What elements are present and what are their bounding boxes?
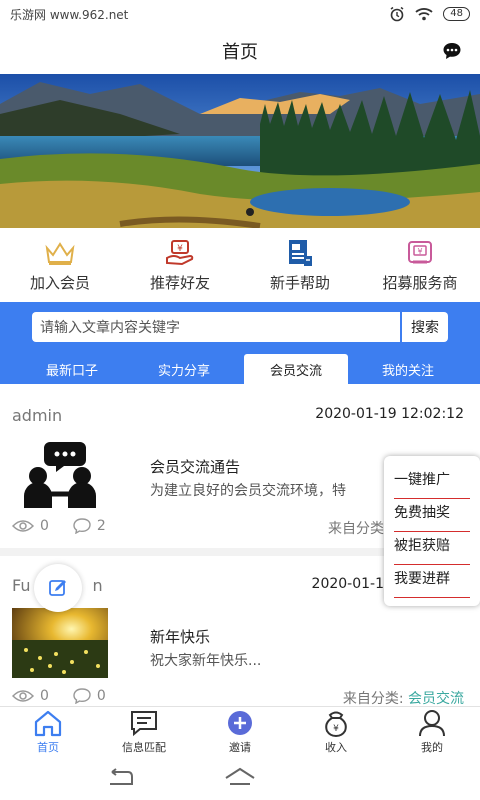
comment-count: 0 [73,688,106,704]
nav-home[interactable]: 首页 [0,707,96,756]
system-nav-bar [0,756,480,800]
tab-bar: 最新口子 实力分享 会员交流 我的关注 [0,354,480,384]
quick-newbie-help[interactable]: 新手帮助 [240,228,360,302]
crown-icon [45,241,75,265]
post-title: 新年快乐 [150,628,211,646]
help-doc-icon [289,239,312,266]
compose-button[interactable] [34,564,82,612]
menu-item-join-group[interactable]: 我要进群 [394,565,470,598]
post-description: 祝大家新年快乐... [150,653,262,669]
menu-item-promote[interactable]: 一键推广 [394,466,470,499]
battery-indicator: 48 [443,7,470,21]
post-category: 来自分类: 会员交流 [342,691,464,707]
page-title: 首页 [222,42,258,63]
plus-circle-icon [228,710,252,735]
comment-icon [73,688,91,704]
comment-icon [73,518,91,534]
post-time: 2020-01-19 12:02:12 [315,406,464,422]
app-header: 首页 [0,28,480,74]
chat-bubble-icon[interactable] [442,41,462,61]
search-button[interactable]: 搜索 [402,312,448,342]
menu-item-compensation[interactable]: 被拒获赔 [394,532,470,565]
tab-latest[interactable]: 最新口子 [20,354,124,384]
tab-share[interactable]: 实力分享 [132,354,236,384]
svg-text:¥: ¥ [177,244,183,254]
svg-text:¥: ¥ [417,247,422,256]
menu-item-lottery[interactable]: 免费抽奖 [394,499,470,532]
wifi-icon [415,8,433,21]
view-count: 0 [12,688,49,704]
post-stats: 0 2 [12,518,106,534]
post-thumbnail [12,438,108,508]
status-bar: 乐游网 www.962.net 48 [0,0,480,28]
nav-mine[interactable]: 我的 [384,707,480,756]
category-link[interactable]: 会员交流 [408,691,464,707]
quick-label: 推荐好友 [149,273,210,292]
quick-label: 新手帮助 [269,273,330,292]
post-thumbnail [12,608,108,678]
edit-icon [49,580,66,596]
status-watermark: 乐游网 www.962.net [10,7,129,22]
eye-icon [12,520,34,532]
view-count: 0 [12,518,49,534]
search-input[interactable]: 请输入文章内容关键字 [32,312,400,342]
message-icon [131,710,157,736]
tab-following[interactable]: 我的关注 [356,354,460,384]
post-description: 为建立良好的会员交流环境，特 [150,483,346,499]
quick-recommend-friend[interactable]: ¥ 推荐好友 [120,228,240,302]
tab-member-exchange[interactable]: 会员交流 [244,354,348,384]
quick-join-member[interactable]: 加入会员 [0,228,120,302]
eye-icon [12,690,34,702]
quick-label: 招募服务商 [382,273,458,292]
quick-label: 加入会员 [29,273,90,292]
money-hand-icon: ¥ [166,239,194,265]
quick-actions: 加入会员 ¥ 推荐好友 新手帮助 ¥ 招募服务商 [0,228,480,302]
banner-indicator-dot[interactable] [246,208,254,216]
post-stats: 0 0 [12,688,106,704]
post-category: 来自分类 [328,521,384,537]
nav-invite[interactable]: 邀请 [192,707,288,756]
quick-recruit-provider[interactable]: ¥ 招募服务商 [360,228,480,302]
post-time: 2020-01-1 [311,576,384,592]
banner-image[interactable] [0,74,480,228]
svg-text:¥: ¥ [333,724,339,734]
comment-count: 2 [73,518,106,534]
nav-info-match[interactable]: 信息匹配 [96,707,192,756]
home-system-icon[interactable] [224,766,256,788]
post-author: admin [12,406,63,425]
post-title: 会员交流通告 [150,458,241,476]
recruit-card-icon: ¥ [408,240,432,263]
home-icon [34,710,62,736]
search-area: 请输入文章内容关键字 搜索 最新口子 实力分享 会员交流 我的关注 [0,302,480,384]
back-icon[interactable] [106,768,134,788]
alarm-icon [390,6,404,22]
user-icon [419,709,445,736]
popup-menu: 一键推广 免费抽奖 被拒获赔 我要进群 [384,456,480,606]
bottom-nav: 首页 信息匹配 邀请 ¥ 收入 我的 [0,706,480,756]
income-icon: ¥ [325,711,347,737]
nav-income[interactable]: ¥ 收入 [288,707,384,756]
